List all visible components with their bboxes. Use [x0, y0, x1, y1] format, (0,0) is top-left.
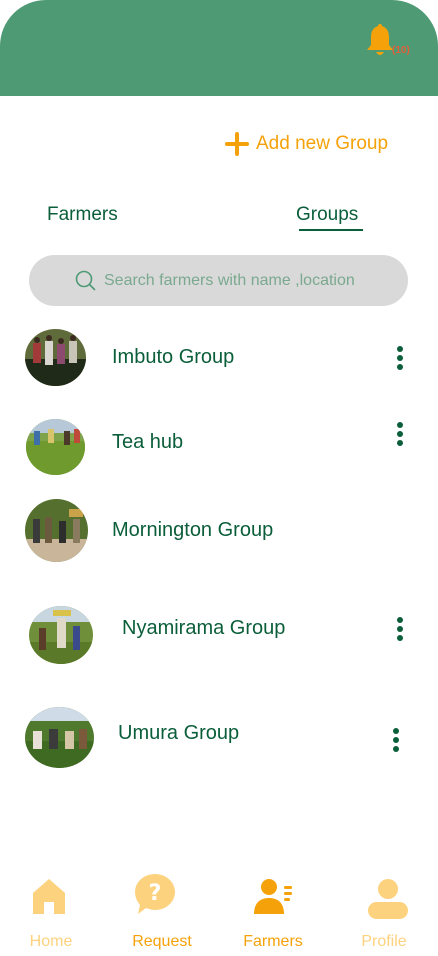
notification-badge: (10) — [392, 45, 410, 56]
more-options-icon[interactable] — [391, 728, 401, 754]
add-new-group-label: Add new Group — [256, 133, 389, 154]
question-bubble-icon: ? — [135, 874, 175, 914]
list-item-group[interactable]: Mornington Group — [0, 498, 438, 568]
group-name: Nyamirama Group — [122, 617, 286, 639]
group-photo-avatar — [25, 329, 86, 386]
search-input[interactable] — [104, 267, 394, 294]
more-options-icon[interactable] — [395, 422, 405, 448]
svg-text:?: ? — [149, 881, 162, 906]
list-item-group[interactable]: Umura Group — [0, 704, 438, 774]
nav-home[interactable]: Home — [6, 870, 96, 956]
nav-profile[interactable]: Profile — [339, 870, 429, 956]
app-header: (10) — [0, 0, 438, 96]
group-photo-avatar — [26, 419, 85, 475]
plus-icon — [224, 131, 250, 157]
group-name: Umura Group — [118, 722, 240, 744]
group-name: Imbuto Group — [112, 346, 235, 368]
active-tab-indicator — [299, 229, 363, 231]
list-item-group[interactable]: Imbuto Group — [0, 322, 438, 392]
search-icon — [75, 270, 96, 291]
group-name: Tea hub — [112, 431, 184, 453]
tab-groups[interactable]: Groups — [296, 204, 358, 226]
profile-icon — [368, 879, 408, 919]
more-options-icon[interactable] — [395, 617, 405, 643]
bottom-navigation: Home ? Request Farmers Profile — [0, 860, 438, 956]
nav-profile-label: Profile — [361, 933, 407, 950]
nav-farmers[interactable]: Farmers — [228, 870, 318, 956]
farmers-icon — [254, 879, 292, 914]
nav-request-label: Request — [132, 933, 192, 950]
add-new-group-button[interactable]: Add new Group — [224, 128, 388, 160]
bell-icon[interactable] — [365, 24, 395, 58]
list-item-group[interactable]: Tea hub — [0, 412, 438, 482]
tab-farmers[interactable]: Farmers — [47, 204, 118, 226]
group-photo-avatar — [25, 499, 88, 562]
nav-home-label: Home — [29, 933, 73, 950]
home-icon — [33, 879, 65, 914]
more-options-icon[interactable] — [395, 346, 405, 372]
group-photo-avatar — [29, 606, 93, 664]
list-item-group[interactable]: Nyamirama Group — [0, 601, 438, 671]
group-name: Mornington Group — [112, 519, 274, 541]
nav-farmers-label: Farmers — [243, 933, 303, 950]
nav-request[interactable]: ? Request — [117, 870, 207, 956]
group-photo-avatar — [25, 707, 94, 768]
search-bar[interactable] — [29, 255, 408, 306]
